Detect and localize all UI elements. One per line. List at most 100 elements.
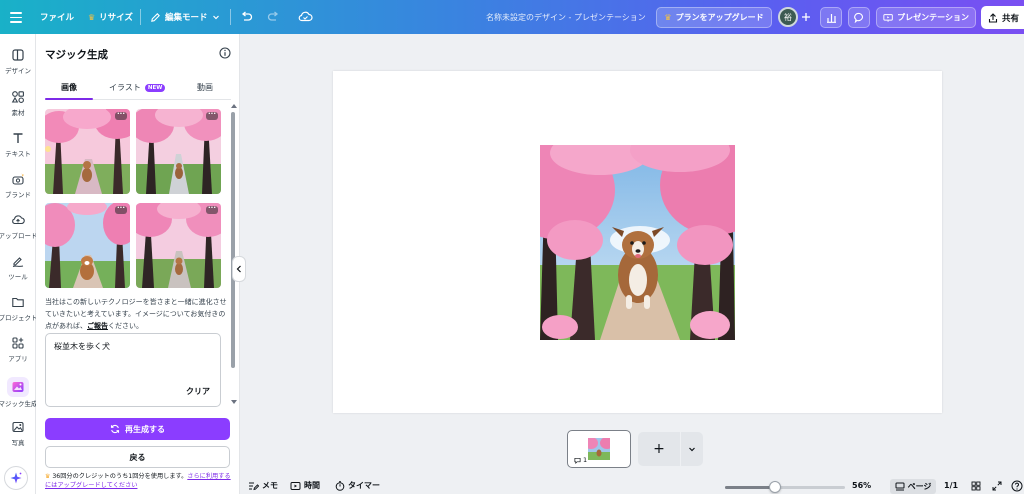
- folder-icon: [12, 297, 24, 308]
- rail-item-apps[interactable]: アプリ: [0, 332, 36, 370]
- tab-videos[interactable]: 動画: [197, 82, 213, 93]
- upgrade-plan-label: プランをアップグレード: [675, 13, 764, 22]
- collapse-panel-button[interactable]: [232, 256, 246, 282]
- rail-item-uploads[interactable]: アップロード: [0, 209, 38, 247]
- prompt-text: 桜並木を歩く犬: [54, 342, 110, 351]
- more-options-icon[interactable]: ···: [115, 111, 127, 120]
- active-indicator: [7, 377, 29, 397]
- insights-button[interactable]: [820, 7, 842, 28]
- more-options-icon[interactable]: ···: [206, 111, 218, 120]
- upgrade-plan-button[interactable]: ♛ プランをアップグレード: [656, 7, 772, 28]
- share-button[interactable]: 共有: [981, 6, 1024, 29]
- crown-icon: ♛: [664, 13, 672, 22]
- notes-label: メモ: [262, 481, 278, 490]
- rail-item-magic-media[interactable]: マジック生成: [0, 374, 38, 412]
- generated-image-2[interactable]: ···: [136, 109, 221, 194]
- scroll-up-arrow[interactable]: [231, 104, 237, 108]
- panel-scrollbar[interactable]: [231, 112, 235, 368]
- canvas-image[interactable]: [540, 145, 735, 340]
- timer-button[interactable]: タイマー: [335, 480, 380, 491]
- page-number: 1: [574, 456, 587, 464]
- file-menu-label: ファイル: [40, 13, 75, 23]
- page-number-label: 1: [583, 456, 588, 464]
- text-icon: [13, 133, 23, 143]
- plus-icon[interactable]: [801, 12, 811, 22]
- disclaimer-tail: ください。: [108, 322, 143, 330]
- tab-label: 動画: [197, 83, 213, 92]
- rail-item-brand[interactable]: ブランド: [0, 168, 36, 206]
- user-avatar[interactable]: 裕: [778, 7, 798, 27]
- clear-button[interactable]: クリア: [186, 386, 210, 397]
- rail-item-projects[interactable]: プロジェクト: [0, 291, 38, 329]
- top-toolbar: ファイル ♛ リサイズ 編集モード 名称未設定のデザイン - プレゼンテーション…: [0, 0, 1024, 34]
- edit-mode-dropdown[interactable]: 編集モード: [150, 11, 220, 23]
- present-icon: [883, 13, 893, 22]
- more-options-icon[interactable]: ···: [206, 205, 218, 214]
- rail-item-label: テキスト: [5, 150, 31, 158]
- tab-label: 画像: [61, 83, 77, 92]
- generated-image-1[interactable]: ···: [45, 109, 130, 194]
- feedback-disclaimer: 当社はこの新しいテクノロジーを皆さまと一緒に進化させていきたいと考えています。イ…: [45, 296, 229, 332]
- share-icon: [988, 12, 998, 23]
- page-thumbnail-image: [588, 438, 610, 460]
- duration-button[interactable]: 時間: [290, 480, 320, 491]
- toolbar-divider: [140, 9, 141, 25]
- report-link[interactable]: ご報告: [87, 322, 108, 330]
- generated-image-3[interactable]: ···: [45, 203, 130, 288]
- crown-icon: ♛: [88, 12, 96, 22]
- prompt-textarea[interactable]: 桜並木を歩く犬 クリア: [45, 333, 221, 407]
- grid-view-icon[interactable]: [971, 481, 981, 491]
- chevron-left-icon: [236, 265, 241, 273]
- avatar-initial: 裕: [784, 12, 792, 22]
- tab-images[interactable]: 画像: [61, 82, 77, 93]
- pencil-icon: [151, 12, 160, 22]
- magic-assistant-button[interactable]: [4, 466, 28, 490]
- cloud-saved-icon[interactable]: [298, 10, 313, 23]
- generated-image-4[interactable]: ···: [136, 203, 221, 288]
- pages-button[interactable]: ページ: [890, 479, 936, 494]
- add-page-button[interactable]: +: [638, 432, 680, 466]
- rail-item-elements[interactable]: 素材: [0, 86, 36, 124]
- notes-icon: [249, 481, 259, 490]
- cherry-blossom-dog-image: [136, 109, 221, 194]
- undo-icon[interactable]: [240, 11, 253, 23]
- regenerate-button[interactable]: 再生成する: [45, 418, 230, 440]
- magic-media-panel: マジック生成 画像 イラスト NEW 動画 ··· ··· ··· ··· 当社…: [36, 34, 240, 494]
- rail-item-photos[interactable]: 写真: [0, 416, 36, 454]
- rail-item-label: アプリ: [8, 355, 28, 363]
- more-options-icon[interactable]: ···: [115, 205, 127, 214]
- rail-item-label: 写真: [11, 439, 25, 447]
- rail-item-text[interactable]: テキスト: [0, 127, 36, 165]
- draw-icon: [12, 257, 24, 267]
- info-icon[interactable]: [219, 47, 231, 59]
- zoom-slider[interactable]: [725, 486, 845, 489]
- notes-button[interactable]: メモ: [248, 480, 278, 491]
- present-button[interactable]: プレゼンテーション: [876, 7, 976, 28]
- document-title[interactable]: 名称未設定のデザイン - プレゼンテーション: [486, 12, 646, 23]
- crown-icon: ♛: [45, 473, 51, 480]
- zoom-slider-fill: [725, 486, 776, 489]
- redo-icon[interactable]: [267, 11, 280, 23]
- tab-graphics[interactable]: イラスト NEW: [109, 82, 166, 93]
- comments-button[interactable]: [848, 7, 870, 28]
- panel-title: マジック生成: [45, 49, 108, 61]
- zoom-level[interactable]: 56%: [852, 481, 871, 490]
- pages-label: ページ: [907, 482, 932, 491]
- media-type-tabs: 画像 イラスト NEW 動画: [45, 80, 231, 100]
- fullscreen-icon[interactable]: [992, 481, 1002, 491]
- rail-item-label: デザイン: [5, 67, 31, 75]
- add-page-dropdown[interactable]: [681, 432, 703, 466]
- file-menu-button[interactable]: ファイル: [40, 11, 74, 23]
- scroll-down-arrow[interactable]: [231, 400, 237, 404]
- menu-icon[interactable]: [10, 9, 22, 25]
- page-thumbnail-1[interactable]: 1: [567, 430, 631, 468]
- left-nav-rail: デザイン 素材 テキスト ブランド アップロード ツール プロジェクト アプリ …: [0, 34, 38, 494]
- rail-item-design[interactable]: デザイン: [0, 44, 36, 82]
- rail-item-tools[interactable]: ツール: [0, 250, 36, 288]
- help-icon[interactable]: [1011, 480, 1023, 492]
- comment-icon: [853, 12, 863, 23]
- back-button[interactable]: 戻る: [45, 446, 230, 468]
- sparkle-icon: [10, 472, 22, 484]
- resize-button[interactable]: ♛ リサイズ: [88, 11, 133, 24]
- timer-label: タイマー: [348, 481, 380, 490]
